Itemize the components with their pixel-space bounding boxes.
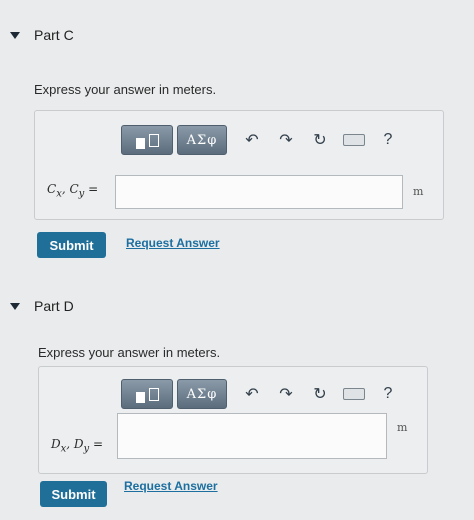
var-d2: D (73, 437, 84, 451)
caret-down-icon[interactable] (10, 302, 20, 310)
undo-icon[interactable]: ↶ (239, 381, 265, 407)
part-d-answer-box: ΑΣφ ↶ ↷ ↻ ? Dx, Dy = m (38, 366, 428, 474)
part-c-title: Part C (34, 27, 74, 43)
redo-icon[interactable]: ↷ (273, 381, 299, 407)
caret-down-icon[interactable] (10, 31, 20, 39)
part-c-toolbar: ΑΣφ ↶ ↷ ↻ ? (121, 125, 401, 155)
var-c1: C (47, 182, 57, 196)
part-d-unit: m (397, 421, 408, 434)
template-box-icon (148, 387, 159, 401)
template-icon (135, 391, 145, 403)
reset-icon[interactable]: ↻ (307, 127, 333, 153)
part-c-prompt: Express your answer in meters. (34, 82, 217, 97)
part-d-answer-input[interactable] (117, 413, 387, 459)
template-button[interactable] (121, 379, 173, 409)
reset-icon[interactable]: ↻ (307, 381, 333, 407)
symbols-button[interactable]: ΑΣφ (177, 379, 227, 409)
template-button[interactable] (121, 125, 173, 155)
undo-icon[interactable]: ↶ (239, 127, 265, 153)
part-c-answer-input[interactable] (115, 175, 403, 209)
symbols-button[interactable]: ΑΣφ (177, 125, 227, 155)
part-c-unit: m (413, 185, 424, 198)
part-d-request-answer-link[interactable]: Request Answer (124, 479, 218, 493)
var-c2: C (69, 182, 79, 196)
part-d-title: Part D (34, 298, 74, 314)
help-icon[interactable]: ? (375, 127, 401, 153)
sub-x: x (56, 188, 62, 200)
sub-x: x (60, 443, 67, 455)
part-d-prompt: Express your answer in meters. (38, 345, 221, 360)
var-d1: D (51, 437, 61, 451)
part-c-variable-label: Cx, Cy = (47, 182, 99, 200)
part-d-variable-label: Dx, Dy = (51, 437, 104, 455)
part-c-submit-button[interactable]: Submit (37, 232, 106, 258)
redo-icon[interactable]: ↷ (273, 127, 299, 153)
part-c-request-answer-link[interactable]: Request Answer (126, 236, 220, 250)
part-d-header[interactable]: Part D (10, 298, 74, 314)
template-icon (135, 137, 145, 149)
help-icon[interactable]: ? (375, 381, 401, 407)
part-c-header[interactable]: Part C (10, 27, 74, 43)
keyboard-icon[interactable] (341, 127, 367, 153)
sub-y: y (83, 443, 90, 455)
template-box-icon (148, 133, 159, 147)
part-d-submit-button[interactable]: Submit (40, 481, 107, 507)
part-d-toolbar: ΑΣφ ↶ ↷ ↻ ? (121, 379, 401, 409)
sub-y: y (78, 188, 85, 200)
keyboard-icon[interactable] (341, 381, 367, 407)
part-c-answer-box: ΑΣφ ↶ ↷ ↻ ? Cx, Cy = m (34, 110, 444, 220)
